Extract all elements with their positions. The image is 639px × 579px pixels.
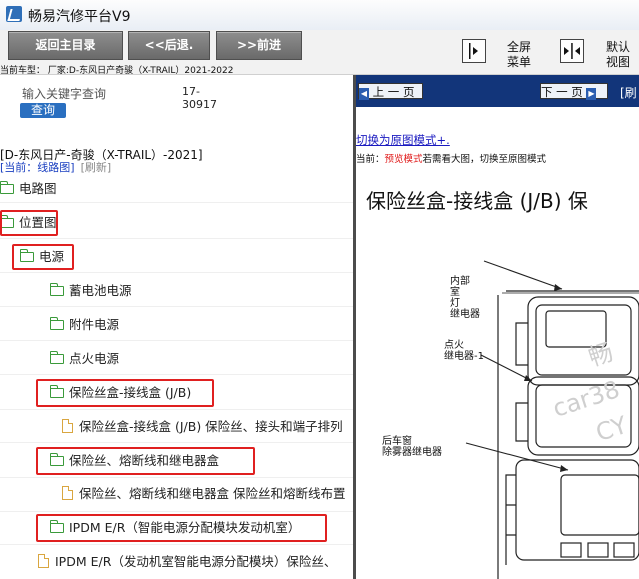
tree-item-fuse-junction-box[interactable]: 保险丝盒-接线盒 (J/B) xyxy=(50,382,191,404)
switch-original-mode-link[interactable]: 切换为原图模式+. xyxy=(356,132,450,148)
back-home-button[interactable]: 返回主目录 xyxy=(8,31,123,60)
search-button[interactable]: 查询 xyxy=(20,103,66,118)
next-page-button[interactable]: 下 一 页 ▶ xyxy=(540,83,608,100)
tree-item-battery-power[interactable]: 蓄电池电源 xyxy=(50,280,132,302)
document-icon xyxy=(38,554,49,568)
tree-item-fuse-relay-doc[interactable]: 保险丝、熔断线和继电器盒 保险丝和熔断线布置 xyxy=(62,483,345,505)
default-view-icon[interactable] xyxy=(560,39,584,63)
refresh-link[interactable]: [刷 xyxy=(620,84,637,101)
folder-icon xyxy=(0,215,14,228)
back-button[interactable]: <<后退. xyxy=(128,31,210,60)
fullscreen-menu-label[interactable]: 全屏 菜单 xyxy=(507,40,531,70)
document-icon xyxy=(62,486,73,500)
tree-item-fuse-junction-doc[interactable]: 保险丝盒-接线盒 (J/B) 保险丝、接头和端子排列 xyxy=(62,416,343,438)
left-panel: 输入关键字查询 17- 30917 查询 [D-东风日产-奇骏（X-TRAIL）-… xyxy=(0,75,353,579)
document-icon xyxy=(62,419,73,433)
forward-button[interactable]: >>前进 xyxy=(216,31,302,60)
tree-item-ipdm-er[interactable]: IPDM E/R（智能电源分配模块发动机室） xyxy=(50,517,300,539)
divider xyxy=(0,340,353,341)
tree-item-accessory-power[interactable]: 附件电源 xyxy=(50,314,119,336)
folder-icon xyxy=(50,385,64,398)
folder-icon xyxy=(50,453,64,466)
tree-item-ignition-power[interactable]: 点火电源 xyxy=(50,348,119,370)
divider xyxy=(0,238,353,239)
divider xyxy=(0,409,353,410)
folder-icon xyxy=(0,181,14,194)
tree-item-power[interactable]: 电源 xyxy=(20,246,64,268)
divider xyxy=(0,202,353,203)
tree-item-location-diagram[interactable]: 位置图 xyxy=(0,212,57,234)
arrow-left-icon: ◀ xyxy=(359,88,369,100)
document-viewer: ◀ 上 一 页 下 一 页 ▶ [刷 切换为原图模式+. 当前：预览模式若需看大… xyxy=(356,75,639,579)
divider xyxy=(0,477,353,478)
tree-item-ipdm-er-doc[interactable]: IPDM E/R（发动机室智能电源分配模块）保险丝、 xyxy=(38,551,336,573)
folder-icon xyxy=(50,317,64,330)
arrow-right-icon: ▶ xyxy=(586,88,597,100)
title-bar: 畅易汽修平台V9 xyxy=(0,0,639,31)
divider xyxy=(0,306,353,307)
label-rear-defogger-relay: 后车窗 除雾器继电器 xyxy=(382,436,442,458)
prev-page-button[interactable]: ◀ 上 一 页 xyxy=(358,83,423,100)
folder-icon xyxy=(50,351,64,364)
app-logo-icon xyxy=(6,6,22,22)
current-path: [当前：线路图] xyxy=(0,161,75,174)
folder-icon xyxy=(50,520,64,533)
fullscreen-menu-icon[interactable] xyxy=(462,39,486,63)
folder-icon xyxy=(50,283,64,296)
label-ignition-relay: 点火 继电器-1 xyxy=(444,340,484,362)
window-title: 畅易汽修平台V9 xyxy=(28,9,131,25)
default-view-label[interactable]: 默认 视图 xyxy=(606,40,630,70)
label-interior-lamp-relay: 内部 室 灯 继电器 xyxy=(450,276,480,320)
refresh-link[interactable]: [刷新] xyxy=(81,161,112,174)
tree-item-circuit-diagram[interactable]: 电路图 xyxy=(0,178,57,200)
divider xyxy=(0,272,353,273)
breadcrumb: [当前：线路图] [刷新] xyxy=(0,159,111,175)
search-code: 17- 30917 xyxy=(182,85,217,111)
view-mode-status: 当前：预览模式若需看大图，切换至原图模式 xyxy=(356,154,547,165)
divider xyxy=(0,374,353,375)
divider xyxy=(0,442,353,443)
search-input[interactable]: 输入关键字查询 xyxy=(22,85,106,102)
tree-item-fuse-relay-box[interactable]: 保险丝、熔断线和继电器盒 xyxy=(50,450,219,472)
folder-icon xyxy=(20,249,34,262)
viewer-nav-bar: ◀ 上 一 页 下 一 页 ▶ [刷 xyxy=(356,75,639,107)
divider xyxy=(0,544,353,545)
divider xyxy=(0,511,353,512)
